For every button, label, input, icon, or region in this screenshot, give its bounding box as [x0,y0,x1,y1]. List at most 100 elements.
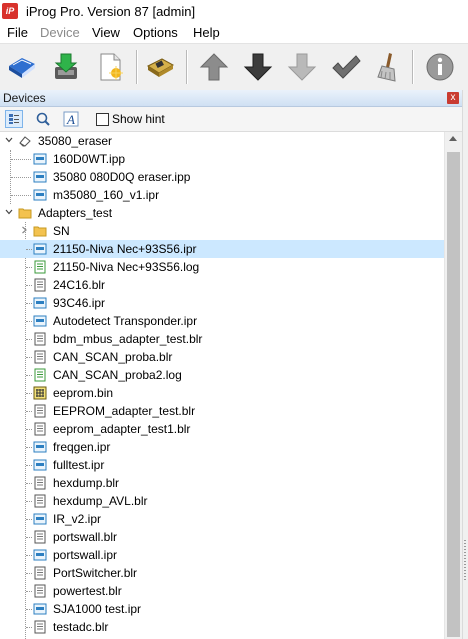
checkmark-icon[interactable] [328,49,364,85]
tree-item-label: powertest.blr [53,584,122,598]
ipr-file-icon [33,242,47,256]
show-hint-checkbox[interactable] [96,113,109,126]
device-chip-icon[interactable] [142,49,178,85]
menu-options[interactable]: Options [133,25,178,40]
title-bar: iP iProg Pro. Version 87 [admin] [0,0,468,24]
close-icon[interactable]: x [447,92,459,104]
tree-item[interactable]: IR_v2.ipr [0,510,444,528]
tree-folder[interactable]: 35080_eraser [0,132,444,150]
tree-item[interactable]: testadc.blr [0,618,444,636]
arrow-down-icon[interactable] [240,49,276,85]
ipr-file-icon [33,512,47,526]
ipp-file-icon [33,152,47,166]
tree-item[interactable]: eeprom_adapter_test1.blr [0,420,444,438]
blr-file-icon [33,350,47,364]
ipr-file-icon [33,440,47,454]
tree-item[interactable]: 160D0WT.ipp [0,150,444,168]
tree-item-label: SJA1000 test.ipr [53,602,142,616]
save-download-icon[interactable] [48,49,84,85]
svg-text:A: A [66,112,75,127]
scroll-thumb[interactable] [447,152,460,637]
tree-item-label: CAN_SCAN_proba.blr [53,350,173,364]
tree-folder[interactable]: Adapters_test [0,204,444,222]
search-icon[interactable] [34,110,52,128]
tree-item[interactable]: 35080 080D0Q eraser.ipp [0,168,444,186]
blr-file-icon [33,566,47,580]
tree-item[interactable]: 21150-Niva Nec+93S56.log [0,258,444,276]
tree-item-label: 24C16.blr [53,278,106,292]
font-icon[interactable]: A [62,110,80,128]
tree-item[interactable]: SJA1000 test.ipr [0,600,444,618]
tree-item[interactable]: PortSwitcher.blr [0,564,444,582]
folder-icon [33,224,47,238]
blr-file-icon [33,494,47,508]
menu-device[interactable]: Device [40,25,80,40]
tree-item-label: CAN_SCAN_proba2.log [53,368,182,382]
menu-view[interactable]: View [92,25,120,40]
tree-item-label: Autodetect Transponder.ipr [53,314,198,328]
tree-item[interactable]: EEPROM_adapter_test.blr [0,402,444,420]
blr-file-icon [33,278,47,292]
tree-item-label: bdm_mbus_adapter_test.blr [53,332,203,346]
ipr-file-icon [33,458,47,472]
devices-panel-header: Devices x [0,90,462,107]
tree-item-label: hexdump.blr [53,476,120,490]
log-file-icon [33,368,47,382]
tree-item-label: 21150-Niva Nec+93S56.ipr [53,242,197,256]
chevron-right-icon[interactable] [19,225,29,235]
tree-item[interactable]: portswall.blr [0,528,444,546]
arrow-down-disabled-icon[interactable] [284,49,320,85]
tree-item[interactable]: SN [0,222,444,240]
menu-file[interactable]: File [7,25,28,40]
tree-item-label: 21150-Niva Nec+93S56.log [53,260,200,274]
arrow-up-icon[interactable] [196,49,232,85]
tree-item[interactable]: m35080_160_v1.ipr [0,186,444,204]
chevron-down-icon[interactable] [4,135,14,145]
ipr-file-icon [33,296,47,310]
splitter-grip[interactable] [464,540,466,580]
list-view-icon[interactable] [5,110,23,128]
tree-item[interactable]: CAN_SCAN_proba.blr [0,348,444,366]
tree-item[interactable]: hexdump_AVL.blr [0,492,444,510]
folder-icon [18,206,32,220]
tree-item[interactable]: fulltest.ipr [0,456,444,474]
tree-item-label: testadc.blr [53,620,109,634]
tree-item[interactable]: powertest.blr [0,582,444,600]
tree-item-label: Adapters_test [38,206,113,220]
blr-file-icon [33,584,47,598]
ipr-file-icon [33,548,47,562]
blr-file-icon [33,620,47,634]
show-hint-label: Show hint [112,112,165,126]
tree-item-label: portswall.blr [53,530,118,544]
broom-icon[interactable] [370,49,406,85]
tree-item[interactable]: 93C46.ipr [0,294,444,312]
tree-item-label: hexdump_AVL.blr [53,494,148,508]
ipr-file-icon [33,602,47,616]
ipr-file-icon [33,188,47,202]
tree-item[interactable]: 21150-Niva Nec+93S56.ipr [0,240,444,258]
tree-item[interactable]: eeprom.bin [0,384,444,402]
tree-item-label: 93C46.ipr [53,296,106,310]
open-book-icon[interactable] [4,49,40,85]
tree-item-label: PortSwitcher.blr [53,566,138,580]
chevron-down-icon[interactable] [4,207,14,217]
menu-help[interactable]: Help [193,25,220,40]
log-file-icon [33,260,47,274]
info-icon[interactable] [422,49,458,85]
tree-item[interactable]: hexdump.blr [0,474,444,492]
tree-item-label: IR_v2.ipr [53,512,102,526]
tree-item[interactable]: portswall.ipr [0,546,444,564]
ipp-file-icon [33,170,47,184]
menu-bar: File Device View Options Help [0,24,468,42]
vertical-scrollbar[interactable] [444,132,462,639]
blr-file-icon [33,476,47,490]
scroll-up-icon[interactable] [449,136,457,141]
tree-item[interactable]: bdm_mbus_adapter_test.blr [0,330,444,348]
tree-item-label: eeprom.bin [53,386,114,400]
app-icon: iP [2,3,18,19]
tree-item[interactable]: Autodetect Transponder.ipr [0,312,444,330]
tree-item[interactable]: 24C16.blr [0,276,444,294]
new-file-icon[interactable] [92,49,128,85]
tree-item[interactable]: CAN_SCAN_proba2.log [0,366,444,384]
tree-item[interactable]: freqgen.ipr [0,438,444,456]
